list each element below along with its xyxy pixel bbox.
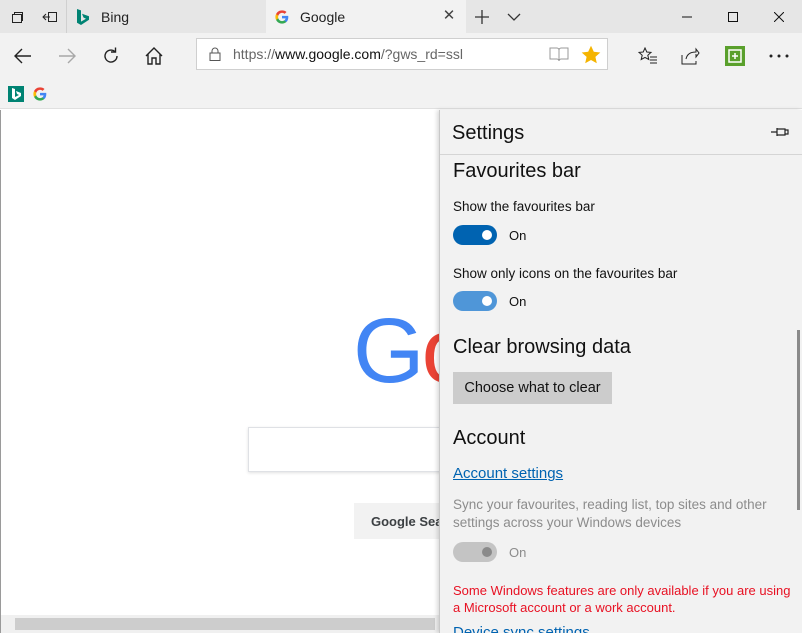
home-icon[interactable] bbox=[137, 40, 171, 72]
favorite-star-icon[interactable] bbox=[575, 39, 607, 69]
url-path: /?gws_rd=ssl bbox=[380, 46, 463, 62]
more-icon[interactable] bbox=[762, 40, 796, 72]
icons-only-toggle[interactable] bbox=[453, 291, 497, 311]
favorite-bing-icon[interactable] bbox=[8, 85, 24, 102]
refresh-icon[interactable] bbox=[94, 40, 128, 72]
minimize-icon[interactable] bbox=[664, 0, 710, 33]
icons-only-label: Show only icons on the favourites bar bbox=[453, 266, 678, 281]
sync-toggle bbox=[453, 542, 497, 562]
share-icon[interactable] bbox=[673, 40, 707, 72]
icons-only-state: On bbox=[509, 294, 527, 309]
set-tabs-aside-icon[interactable] bbox=[33, 0, 66, 33]
account-heading: Account bbox=[453, 427, 526, 449]
tab-google[interactable]: Google ✕ bbox=[266, 0, 466, 33]
google-icon bbox=[274, 9, 290, 25]
favourites-bar-heading: Favourites bar bbox=[453, 160, 581, 182]
close-tab-icon[interactable]: ✕ bbox=[442, 8, 456, 23]
tab-bar: Bing Google ✕ bbox=[0, 0, 802, 33]
tab-list-icon[interactable] bbox=[0, 0, 33, 33]
choose-what-to-clear-button[interactable]: Choose what to clear bbox=[453, 372, 612, 404]
close-window-icon[interactable] bbox=[756, 0, 802, 33]
tab-bing[interactable]: Bing bbox=[66, 0, 266, 33]
bing-icon bbox=[75, 8, 91, 25]
forward-icon[interactable] bbox=[50, 40, 84, 72]
maximize-icon[interactable] bbox=[710, 0, 756, 33]
favorites-bar bbox=[0, 79, 802, 109]
reading-view-icon[interactable] bbox=[543, 39, 575, 69]
url-host: www.google.com bbox=[275, 46, 381, 62]
navigation-bar: https://www.google.com/?gws_rd=ssl bbox=[0, 33, 802, 79]
address-bar[interactable]: https://www.google.com/?gws_rd=ssl bbox=[196, 38, 608, 70]
favorite-google-icon[interactable] bbox=[32, 86, 48, 102]
back-icon[interactable] bbox=[6, 40, 40, 72]
account-settings-link[interactable]: Account settings bbox=[453, 465, 563, 482]
show-favourites-bar-label: Show the favourites bar bbox=[453, 199, 595, 214]
settings-title: Settings bbox=[452, 122, 525, 144]
tab-label: Bing bbox=[101, 8, 130, 25]
sync-state: On bbox=[509, 545, 527, 560]
account-warning: Some Windows features are only available… bbox=[453, 583, 791, 615]
extension-icon[interactable] bbox=[718, 40, 752, 72]
settings-scrollbar[interactable] bbox=[797, 330, 800, 510]
clear-data-heading: Clear browsing data bbox=[453, 336, 631, 358]
new-tab-icon[interactable] bbox=[466, 0, 498, 33]
tab-label: Google bbox=[300, 8, 346, 25]
device-sync-settings-link[interactable]: Device sync settings bbox=[453, 624, 590, 633]
favorites-hub-icon[interactable] bbox=[631, 40, 665, 72]
show-favourites-bar-state: On bbox=[509, 228, 527, 243]
settings-header: Settings bbox=[440, 110, 802, 155]
url-text[interactable]: https://www.google.com/?gws_rd=ssl bbox=[233, 46, 463, 62]
horizontal-scrollbar[interactable] bbox=[1, 615, 441, 633]
show-favourites-bar-toggle[interactable] bbox=[453, 225, 497, 245]
url-scheme: https:// bbox=[233, 46, 276, 62]
pin-icon[interactable] bbox=[771, 124, 789, 140]
settings-pane: Settings Favourites bar Show the favouri… bbox=[439, 110, 802, 633]
scrollbar-thumb[interactable] bbox=[15, 618, 435, 630]
sync-description: Sync your favourites, reading list, top … bbox=[453, 497, 767, 530]
tab-preview-chevron-icon[interactable] bbox=[498, 0, 530, 33]
lock-icon[interactable] bbox=[197, 47, 233, 61]
